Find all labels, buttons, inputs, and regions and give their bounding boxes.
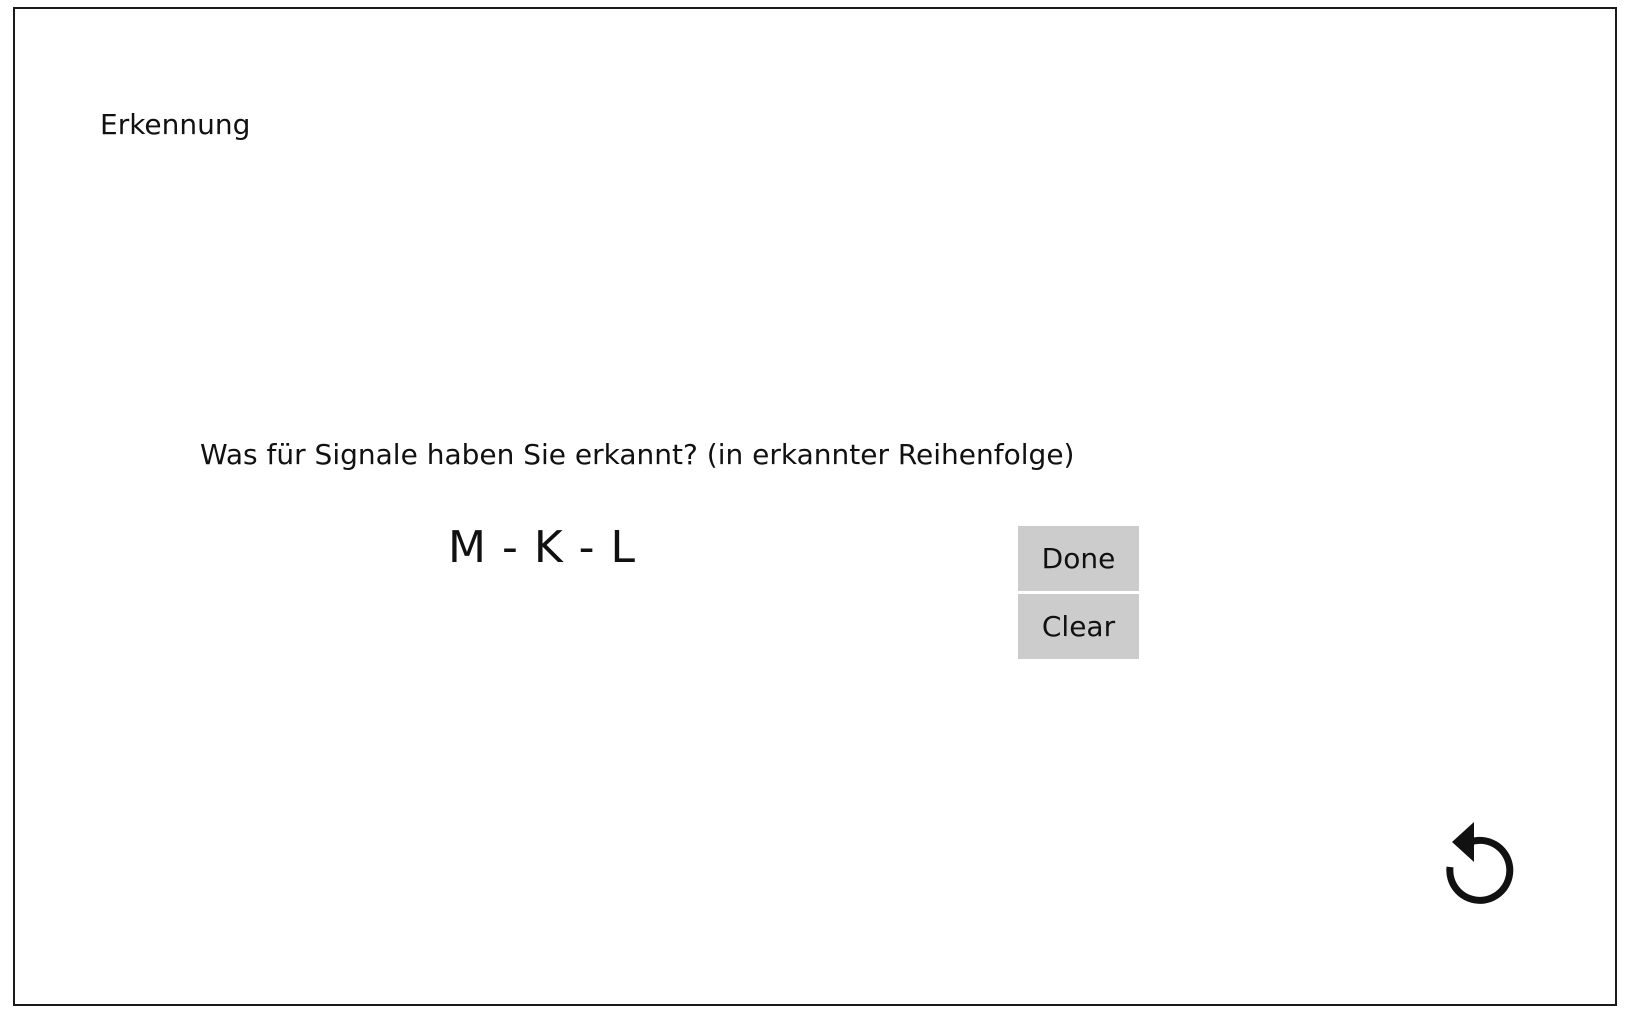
question-text: Was für Signale haben Sie erkannt? (in e… [200,438,1075,471]
done-button[interactable]: Done [1018,526,1139,591]
page-title: Erkennung [100,108,251,141]
reset-icon[interactable] [1430,816,1516,912]
app-window [13,7,1617,1006]
recognized-signals: M - K - L [448,522,637,573]
clear-button[interactable]: Clear [1018,594,1139,659]
